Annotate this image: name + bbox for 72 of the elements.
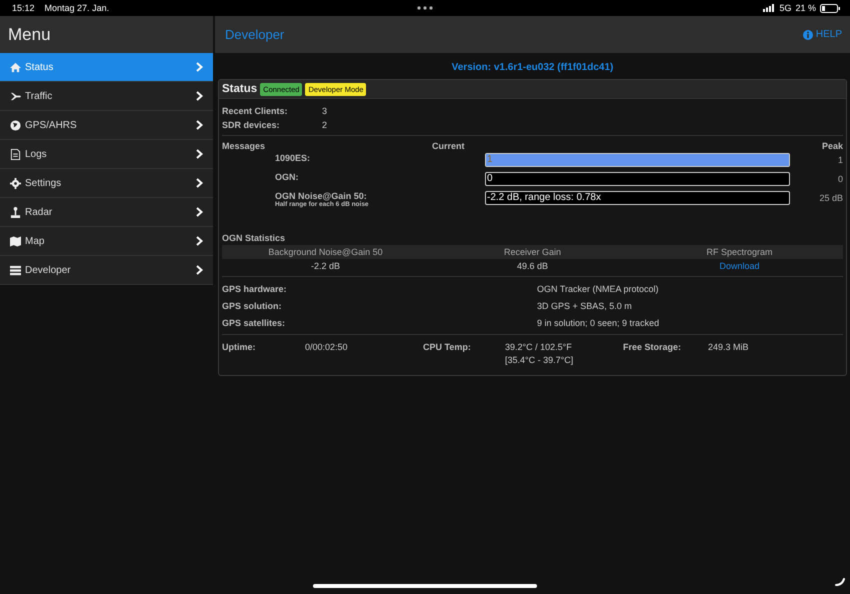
battery-icon [820,4,840,12]
chevron-icon [196,120,203,130]
gps-label: GPS hardware: [222,284,288,294]
bar-reading: 1 [486,154,493,165]
joystick-icon [10,206,21,218]
column-heading: Peak [822,140,843,150]
message-label: 1090ES: [275,153,312,163]
column-heading: Messages [222,140,266,150]
sidebar-item[interactable]: Radar [0,198,213,227]
peak-value: 0 [838,173,843,186]
bar-reading: -2.2 dB, range loss: 0.78x [486,192,601,203]
stat-value: 39.2°C / 102.5°F [505,341,573,354]
chevron-icon [196,149,203,159]
home-icon [10,62,21,72]
chevron-icon [196,62,203,72]
version-text: Version: v1.6r1-eu032 (ff1f01dc41) [450,61,614,75]
bar-reading: 0 [486,173,493,184]
message-label: OGN Noise@Gain 50: [275,191,368,201]
file-icon [10,148,21,160]
plane-icon [10,90,21,102]
info-label: SDR devices: [222,120,281,130]
help-link[interactable]: HELP [802,29,842,40]
gps-value: OGN Tracker (NMEA protocol) [537,284,659,294]
table-header: RF Spectrogram [705,247,774,257]
peak-value: 1 [838,154,843,167]
table-header: Background Noise@Gain 50 [267,247,384,257]
gps-label: GPS satellites: [222,318,286,328]
info-icon [802,30,813,40]
table-header: Receiver Gain [502,247,562,257]
sidebar-item[interactable]: GPS/AHRS [0,111,213,140]
info-value: 2 [322,120,328,130]
info-label: Recent Clients: [222,106,289,116]
message-label: OGN: [275,172,300,182]
more-icon [417,6,433,10]
signal-icon [763,4,776,12]
page-title: Developer [225,27,284,42]
stat-range: [35.4°C - 39.7°C] [505,354,574,367]
chevron-icon [196,236,203,246]
sidebar-item[interactable]: Settings [0,169,213,198]
stat-label: Uptime: [222,341,256,354]
gps-value: 3D GPS + SBAS, 5.0 m [537,300,632,310]
sidebar-item[interactable]: Traffic [0,82,213,111]
gps-value: 9 in solution; 0 seen; 9 tracked [537,318,660,328]
stat-label: CPU Temp: [423,341,472,354]
battery-percent: 21 % [795,3,816,13]
stat-value: 0/00:02:50 [305,341,349,354]
chevron-icon [196,91,203,101]
curve-icon [835,578,845,586]
sidebar-item[interactable]: Logs [0,140,213,169]
gps-label: GPS solution: [222,300,282,310]
column-heading: Current [432,140,465,150]
peak-value: 25 dB [819,192,843,205]
tasks-icon [10,264,21,276]
section-heading: OGN Statistics [222,233,286,243]
chevron-icon [196,178,203,188]
table-cell-text: -2.2 dB [310,261,342,271]
download-link[interactable]: Download [636,261,843,271]
status-date: Montag 27. Jan. [44,3,110,13]
map-icon [10,236,21,246]
stat-label: Free Storage: [623,341,682,354]
chevron-icon [196,265,203,275]
sidebar-item[interactable]: Developer [0,256,213,285]
sidebar-item[interactable]: Map [0,227,213,256]
table-cell-text: 49.6 dB [516,261,550,271]
stat-value: 249.3 MiB [708,341,750,354]
panel-title: Status [222,83,258,95]
menu-title: Menu [8,24,51,44]
info-value: 3 [322,106,328,116]
status-time: 15:12 [12,3,35,13]
chevron-icon [196,207,203,217]
network-label: 5G [779,3,792,13]
sidebar-item[interactable]: Status [0,53,213,82]
